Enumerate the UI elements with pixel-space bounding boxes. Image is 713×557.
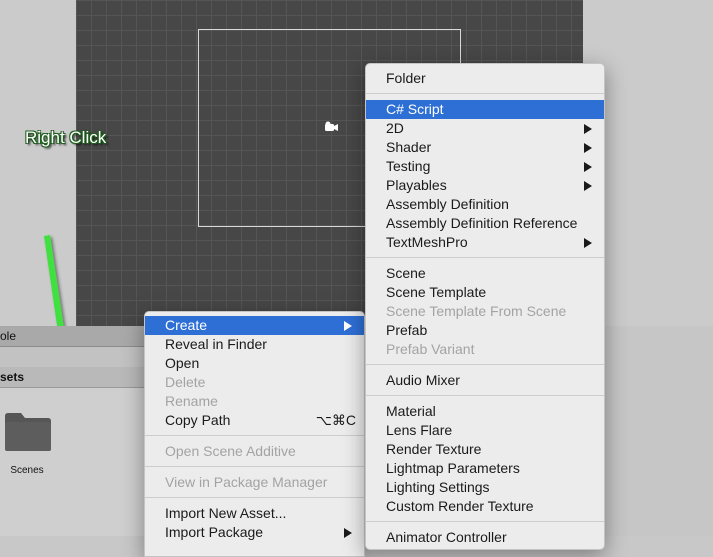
project-toolbar <box>0 347 160 368</box>
menu-item-open[interactable]: Open <box>145 354 364 373</box>
menu-item-view-in-package-manager: View in Package Manager <box>145 473 364 492</box>
console-tab[interactable]: ole <box>0 326 160 347</box>
menu-item-label: 2D <box>386 120 404 136</box>
menu-item-label: Open Scene Additive <box>165 443 296 459</box>
menu-item-label: View in Package Manager <box>165 474 328 490</box>
submenu-arrow-icon <box>584 238 592 248</box>
menu-item-csharp-script[interactable]: C# Script <box>366 100 604 119</box>
menu-separator <box>366 257 604 258</box>
menu-item-assembly-definition-reference[interactable]: Assembly Definition Reference <box>366 214 604 233</box>
menu-item-textmeshpro[interactable]: TextMeshPro <box>366 233 604 252</box>
menu-item-label: Lens Flare <box>386 422 453 438</box>
menu-item-label: Material <box>386 403 436 419</box>
menu-item-label: Testing <box>386 158 431 174</box>
menu-item-prefab[interactable]: Prefab <box>366 321 604 340</box>
menu-item-lens-flare[interactable]: Lens Flare <box>366 421 604 440</box>
menu-item-label: Delete <box>165 374 206 390</box>
menu-item-open-scene-additive: Open Scene Additive <box>145 442 364 461</box>
menu-item-label: Open <box>165 355 200 371</box>
menu-separator <box>366 93 604 94</box>
menu-item-label: Shader <box>386 139 432 155</box>
menu-item-label: Lighting Settings <box>386 479 490 495</box>
menu-separator <box>366 364 604 365</box>
menu-separator <box>145 435 364 436</box>
submenu-arrow-icon <box>344 528 352 538</box>
menu-item-label: Playables <box>386 177 447 193</box>
menu-item-label: Scene Template <box>386 284 487 300</box>
menu-item-label: Custom Render Texture <box>386 498 534 514</box>
menu-item-scene-template-from-scene: Scene Template From Scene <box>366 302 604 321</box>
folder-label: Scenes <box>10 465 44 476</box>
menu-item-label: Assembly Definition <box>386 196 509 212</box>
menu-item-animator-controller[interactable]: Animator Controller <box>366 528 604 547</box>
menu-item-label: Create <box>165 317 208 333</box>
menu-item-folder[interactable]: Folder <box>366 69 604 88</box>
menu-item-label: Rename <box>165 393 218 409</box>
menu-item-delete: Delete <box>145 373 364 392</box>
create-submenu: Folder C# Script 2D Shader Testing Playa… <box>365 63 605 550</box>
menu-item-assembly-definition[interactable]: Assembly Definition <box>366 195 604 214</box>
menu-item-scene-template[interactable]: Scene Template <box>366 283 604 302</box>
menu-item-lightmap-parameters[interactable]: Lightmap Parameters <box>366 459 604 478</box>
menu-item-import-package[interactable]: Import Package <box>145 523 364 542</box>
menu-item-material[interactable]: Material <box>366 402 604 421</box>
submenu-arrow-icon <box>584 124 592 134</box>
menu-item-custom-render-texture[interactable]: Custom Render Texture <box>366 497 604 516</box>
menu-item-2d[interactable]: 2D <box>366 119 604 138</box>
menu-item-render-texture[interactable]: Render Texture <box>366 440 604 459</box>
menu-item-prefab-variant: Prefab Variant <box>366 340 604 359</box>
menu-item-label: Scene <box>386 265 426 281</box>
camera-icon <box>325 121 338 131</box>
menu-item-label: Prefab Variant <box>386 341 475 357</box>
context-menu: Create Reveal in Finder Open Delete Rena… <box>144 311 365 557</box>
menu-item-import-new-asset[interactable]: Import New Asset... <box>145 504 364 523</box>
menu-item-shader[interactable]: Shader <box>366 138 604 157</box>
right-click-annotation: Right Click <box>25 128 107 147</box>
menu-separator <box>366 395 604 396</box>
submenu-arrow-icon <box>584 181 592 191</box>
menu-item-label: Copy Path <box>165 412 231 428</box>
menu-item-label: Import Package <box>165 524 264 540</box>
menu-item-rename: Rename <box>145 392 364 411</box>
menu-separator <box>366 521 604 522</box>
menu-item-playables[interactable]: Playables <box>366 176 604 195</box>
menu-item-label: Scene Template From Scene <box>386 303 567 319</box>
menu-item-label: C# Script <box>386 101 444 117</box>
menu-item-label: Animator Controller <box>386 529 507 545</box>
menu-separator <box>145 466 364 467</box>
submenu-arrow-icon <box>584 143 592 153</box>
menu-item-create[interactable]: Create <box>145 316 364 335</box>
menu-item-label: Render Texture <box>386 441 482 457</box>
assets-breadcrumb[interactable]: sets <box>0 367 160 388</box>
menu-item-label: TextMeshPro <box>386 234 468 250</box>
folder-icon[interactable] <box>4 410 52 452</box>
menu-separator <box>145 497 364 498</box>
menu-item-label: Assembly Definition Reference <box>386 215 578 231</box>
submenu-arrow-icon <box>344 321 352 331</box>
menu-item-label: Folder <box>386 70 426 86</box>
menu-item-label: Import New Asset... <box>165 505 287 521</box>
menu-item-label: Reveal in Finder <box>165 336 267 352</box>
menu-item-label: Prefab <box>386 322 428 338</box>
menu-item-label: Lightmap Parameters <box>386 460 520 476</box>
submenu-arrow-icon <box>584 162 592 172</box>
menu-item-copy-path[interactable]: Copy Path ⌥⌘C <box>145 411 364 430</box>
menu-item-testing[interactable]: Testing <box>366 157 604 176</box>
menu-item-label: Audio Mixer <box>386 372 460 388</box>
menu-item-shortcut: ⌥⌘C <box>315 412 356 428</box>
menu-item-lighting-settings[interactable]: Lighting Settings <box>366 478 604 497</box>
menu-item-audio-mixer[interactable]: Audio Mixer <box>366 371 604 390</box>
menu-item-scene[interactable]: Scene <box>366 264 604 283</box>
menu-item-reveal-in-finder[interactable]: Reveal in Finder <box>145 335 364 354</box>
